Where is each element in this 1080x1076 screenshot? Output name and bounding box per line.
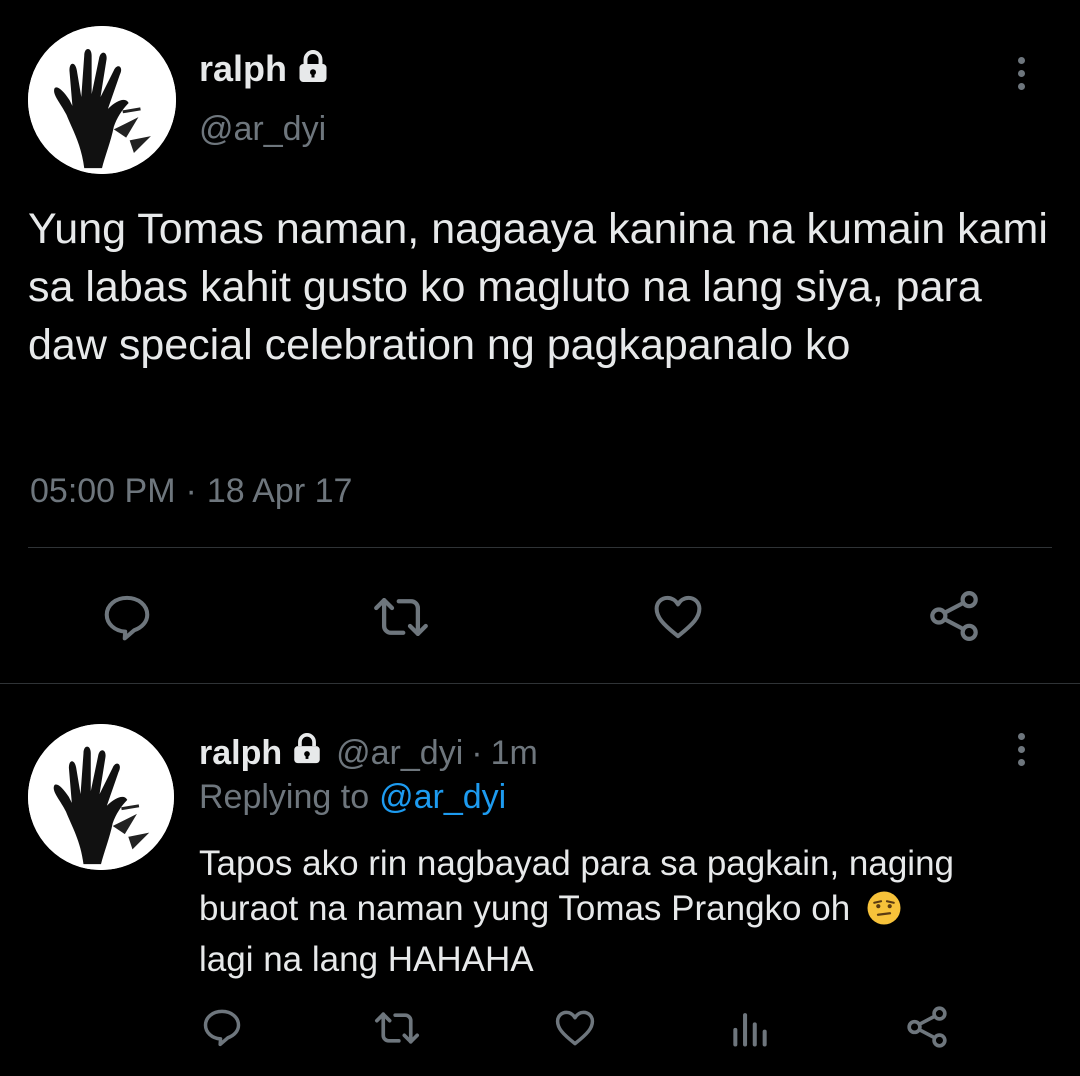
replying-to-handle[interactable]: @ar_dyi xyxy=(379,778,506,817)
avatar[interactable] xyxy=(28,26,176,174)
retweet-icon[interactable] xyxy=(368,590,434,644)
author-handle[interactable]: @ar_dyi xyxy=(336,734,463,773)
tweet-age[interactable]: 1m xyxy=(491,734,538,773)
tweet-date[interactable]: 18 Apr 17 xyxy=(207,472,353,511)
divider xyxy=(28,547,1052,548)
reply-text: Tapos ako rin nagbayad para sa pagkain, … xyxy=(199,841,1069,982)
author-name[interactable]: ralph xyxy=(199,48,287,90)
author-name[interactable]: ralph xyxy=(199,734,282,773)
reply-icon[interactable] xyxy=(100,590,154,644)
unamused-face-emoji xyxy=(866,890,902,937)
divider xyxy=(0,683,1080,684)
analytics-icon[interactable] xyxy=(728,1006,772,1050)
lock-icon xyxy=(295,49,331,90)
reply-text-line: buraot na naman yung Tomas Prangko oh xyxy=(199,889,851,928)
reply-icon[interactable] xyxy=(200,1005,244,1049)
replying-to-label: Replying to xyxy=(199,778,370,816)
more-icon[interactable] xyxy=(1013,57,1029,90)
retweet-icon[interactable] xyxy=(370,1006,424,1050)
avatar[interactable] xyxy=(28,724,174,870)
like-icon[interactable] xyxy=(552,1006,598,1050)
meta-separator: · xyxy=(185,472,197,510)
author-handle[interactable]: @ar_dyi xyxy=(199,110,326,149)
lock-icon xyxy=(290,732,324,775)
like-icon[interactable] xyxy=(650,590,706,644)
reply-text-line: lagi na lang HAHAHA xyxy=(199,940,534,979)
tweet-text: Yung Tomas naman, nagaaya kanina na kuma… xyxy=(28,205,1048,369)
share-icon[interactable] xyxy=(904,1004,950,1050)
meta-separator: · xyxy=(471,734,483,772)
share-icon[interactable] xyxy=(926,588,982,644)
tweet-time[interactable]: 05:00 PM xyxy=(30,472,176,511)
reply-text-line: Tapos ako rin nagbayad para sa pagkain, … xyxy=(199,844,954,883)
more-icon[interactable] xyxy=(1013,733,1029,766)
